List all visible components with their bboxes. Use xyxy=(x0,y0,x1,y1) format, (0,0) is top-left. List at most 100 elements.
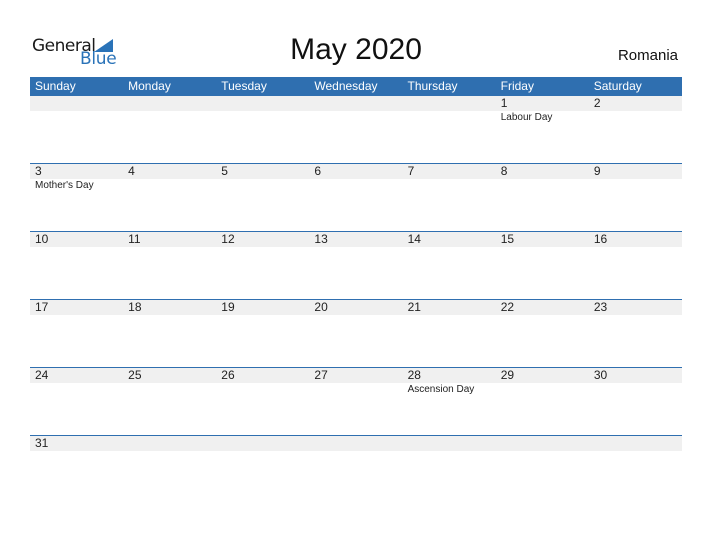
day-cell[interactable]: 16 xyxy=(589,232,682,299)
day-cell[interactable] xyxy=(403,436,496,503)
day-number: 18 xyxy=(128,300,142,314)
day-number xyxy=(221,96,309,111)
day-number: 16 xyxy=(593,232,608,246)
day-cell[interactable]: 26 xyxy=(216,368,309,435)
day-number xyxy=(128,96,216,111)
day-cell[interactable]: 29 xyxy=(496,368,589,435)
day-number: 2 xyxy=(593,96,601,110)
day-number xyxy=(128,436,216,451)
day-cell[interactable]: 6 xyxy=(309,164,402,231)
day-number xyxy=(408,96,496,111)
day-cell[interactable] xyxy=(216,436,309,503)
day-cell[interactable] xyxy=(309,96,402,163)
day-cell[interactable]: 7 xyxy=(403,164,496,231)
day-cell[interactable]: 3 Mother's Day xyxy=(30,164,123,231)
week-row: 17 18 19 20 21 22 23 xyxy=(30,299,682,367)
day-cell[interactable]: 1 Labour Day xyxy=(496,96,589,163)
day-number: 12 xyxy=(221,232,235,246)
day-cell[interactable]: 23 xyxy=(589,300,682,367)
day-cell[interactable]: 13 xyxy=(309,232,402,299)
day-cell[interactable]: 17 xyxy=(30,300,123,367)
day-cell[interactable]: 4 xyxy=(123,164,216,231)
day-cell[interactable]: 12 xyxy=(216,232,309,299)
day-number: 19 xyxy=(221,300,235,314)
day-number: 30 xyxy=(593,368,608,382)
week-row: 1 Labour Day 2 xyxy=(30,96,682,163)
day-cell[interactable]: 8 xyxy=(496,164,589,231)
day-cell[interactable]: 9 xyxy=(589,164,682,231)
day-number: 6 xyxy=(314,164,322,178)
calendar-grid: Sunday Monday Tuesday Wednesday Thursday Frid… xyxy=(30,77,682,503)
day-cell[interactable]: 31 xyxy=(30,436,123,503)
day-cell[interactable] xyxy=(589,436,682,503)
day-number: 21 xyxy=(407,300,421,314)
day-number: 13 xyxy=(314,232,328,246)
weekday-monday: Monday xyxy=(128,79,171,93)
weekday-friday: Friday xyxy=(500,79,534,93)
day-number xyxy=(221,436,309,451)
day-number: 22 xyxy=(500,300,515,314)
weekday-tuesday: Tuesday xyxy=(221,79,267,93)
day-number: 29 xyxy=(500,368,515,382)
day-number: 24 xyxy=(35,368,49,382)
day-cell[interactable] xyxy=(123,436,216,503)
day-number: 10 xyxy=(35,232,49,246)
day-number xyxy=(314,436,402,451)
week-row: 24 25 26 27 28 Ascension Day 29 30 xyxy=(30,367,682,435)
day-number xyxy=(501,436,589,451)
day-number: 20 xyxy=(314,300,328,314)
day-cell[interactable] xyxy=(496,436,589,503)
day-cell[interactable]: 18 xyxy=(123,300,216,367)
day-number: 11 xyxy=(128,232,141,246)
day-cell[interactable]: 21 xyxy=(403,300,496,367)
day-number: 1 xyxy=(500,96,508,110)
day-number: 9 xyxy=(593,164,601,178)
week-row: 3 Mother's Day 4 5 6 7 8 9 xyxy=(30,163,682,231)
day-cell[interactable]: 20 xyxy=(309,300,402,367)
page-title: May 2020 xyxy=(290,33,422,66)
day-number: 27 xyxy=(314,368,328,382)
weekday-thursday: Thursday xyxy=(407,79,458,93)
day-cell[interactable]: 2 xyxy=(589,96,682,163)
holiday-label: Mother's Day xyxy=(35,180,94,191)
day-cell[interactable] xyxy=(123,96,216,163)
day-cell[interactable]: 30 xyxy=(589,368,682,435)
day-number: 3 xyxy=(35,164,42,178)
week-row: 10 11 12 13 14 15 16 xyxy=(30,231,682,299)
day-cell[interactable] xyxy=(309,436,402,503)
day-cell[interactable]: 11 xyxy=(123,232,216,299)
day-number: 15 xyxy=(500,232,515,246)
day-cell[interactable] xyxy=(30,96,123,163)
day-cell[interactable]: 24 xyxy=(30,368,123,435)
country-label: Romania xyxy=(617,47,678,64)
day-cell[interactable]: 27 xyxy=(309,368,402,435)
day-number xyxy=(35,96,123,111)
day-number xyxy=(408,436,496,451)
day-cell[interactable]: 28 Ascension Day xyxy=(403,368,496,435)
day-cell[interactable]: 15 xyxy=(496,232,589,299)
weekday-sunday: Sunday xyxy=(35,79,76,93)
day-number: 28 xyxy=(407,368,421,382)
day-number: 8 xyxy=(500,164,508,178)
day-number: 26 xyxy=(221,368,235,382)
day-cell[interactable]: 25 xyxy=(123,368,216,435)
day-cell[interactable]: 14 xyxy=(403,232,496,299)
day-cell[interactable]: 19 xyxy=(216,300,309,367)
day-cell[interactable]: 5 xyxy=(216,164,309,231)
day-number: 25 xyxy=(128,368,142,382)
day-cell[interactable] xyxy=(403,96,496,163)
day-number: 31 xyxy=(35,436,49,450)
day-number: 23 xyxy=(593,300,608,314)
holiday-label: Ascension Day xyxy=(407,384,475,395)
holiday-label: Labour Day xyxy=(500,112,553,123)
day-number: 4 xyxy=(128,164,135,178)
day-number: 5 xyxy=(221,164,228,178)
day-cell[interactable] xyxy=(216,96,309,163)
week-row: 31 xyxy=(30,435,682,503)
day-number xyxy=(594,436,682,451)
weekday-wednesday: Wednesday xyxy=(314,79,378,93)
weekday-header: Sunday Monday Tuesday Wednesday Thursday Frid… xyxy=(30,77,682,96)
day-cell[interactable]: 10 xyxy=(30,232,123,299)
weekday-saturday: Saturday xyxy=(593,79,642,93)
day-cell[interactable]: 22 xyxy=(496,300,589,367)
